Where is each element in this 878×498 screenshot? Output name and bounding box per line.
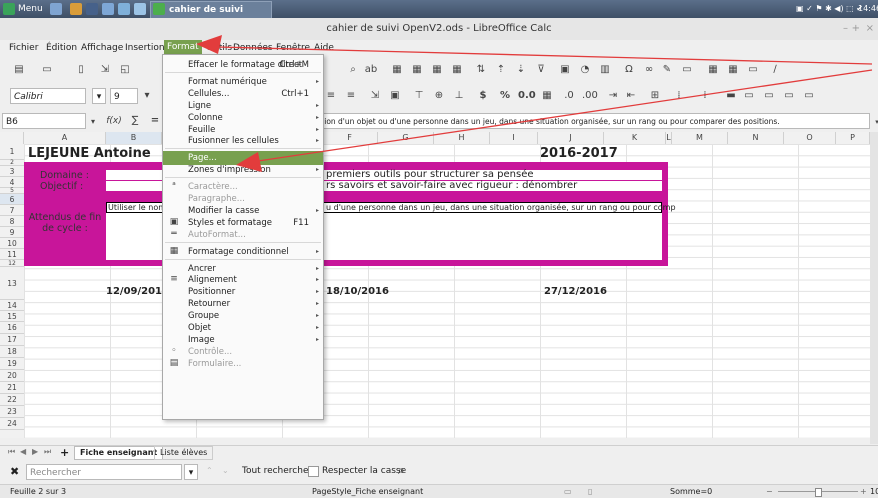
arrow-to-page-item xyxy=(257,69,873,162)
annotation-arrows xyxy=(196,35,873,172)
arrow-to-format-menu xyxy=(217,46,873,65)
arrow-head-page xyxy=(236,152,262,172)
arrow-head-format xyxy=(196,35,222,54)
